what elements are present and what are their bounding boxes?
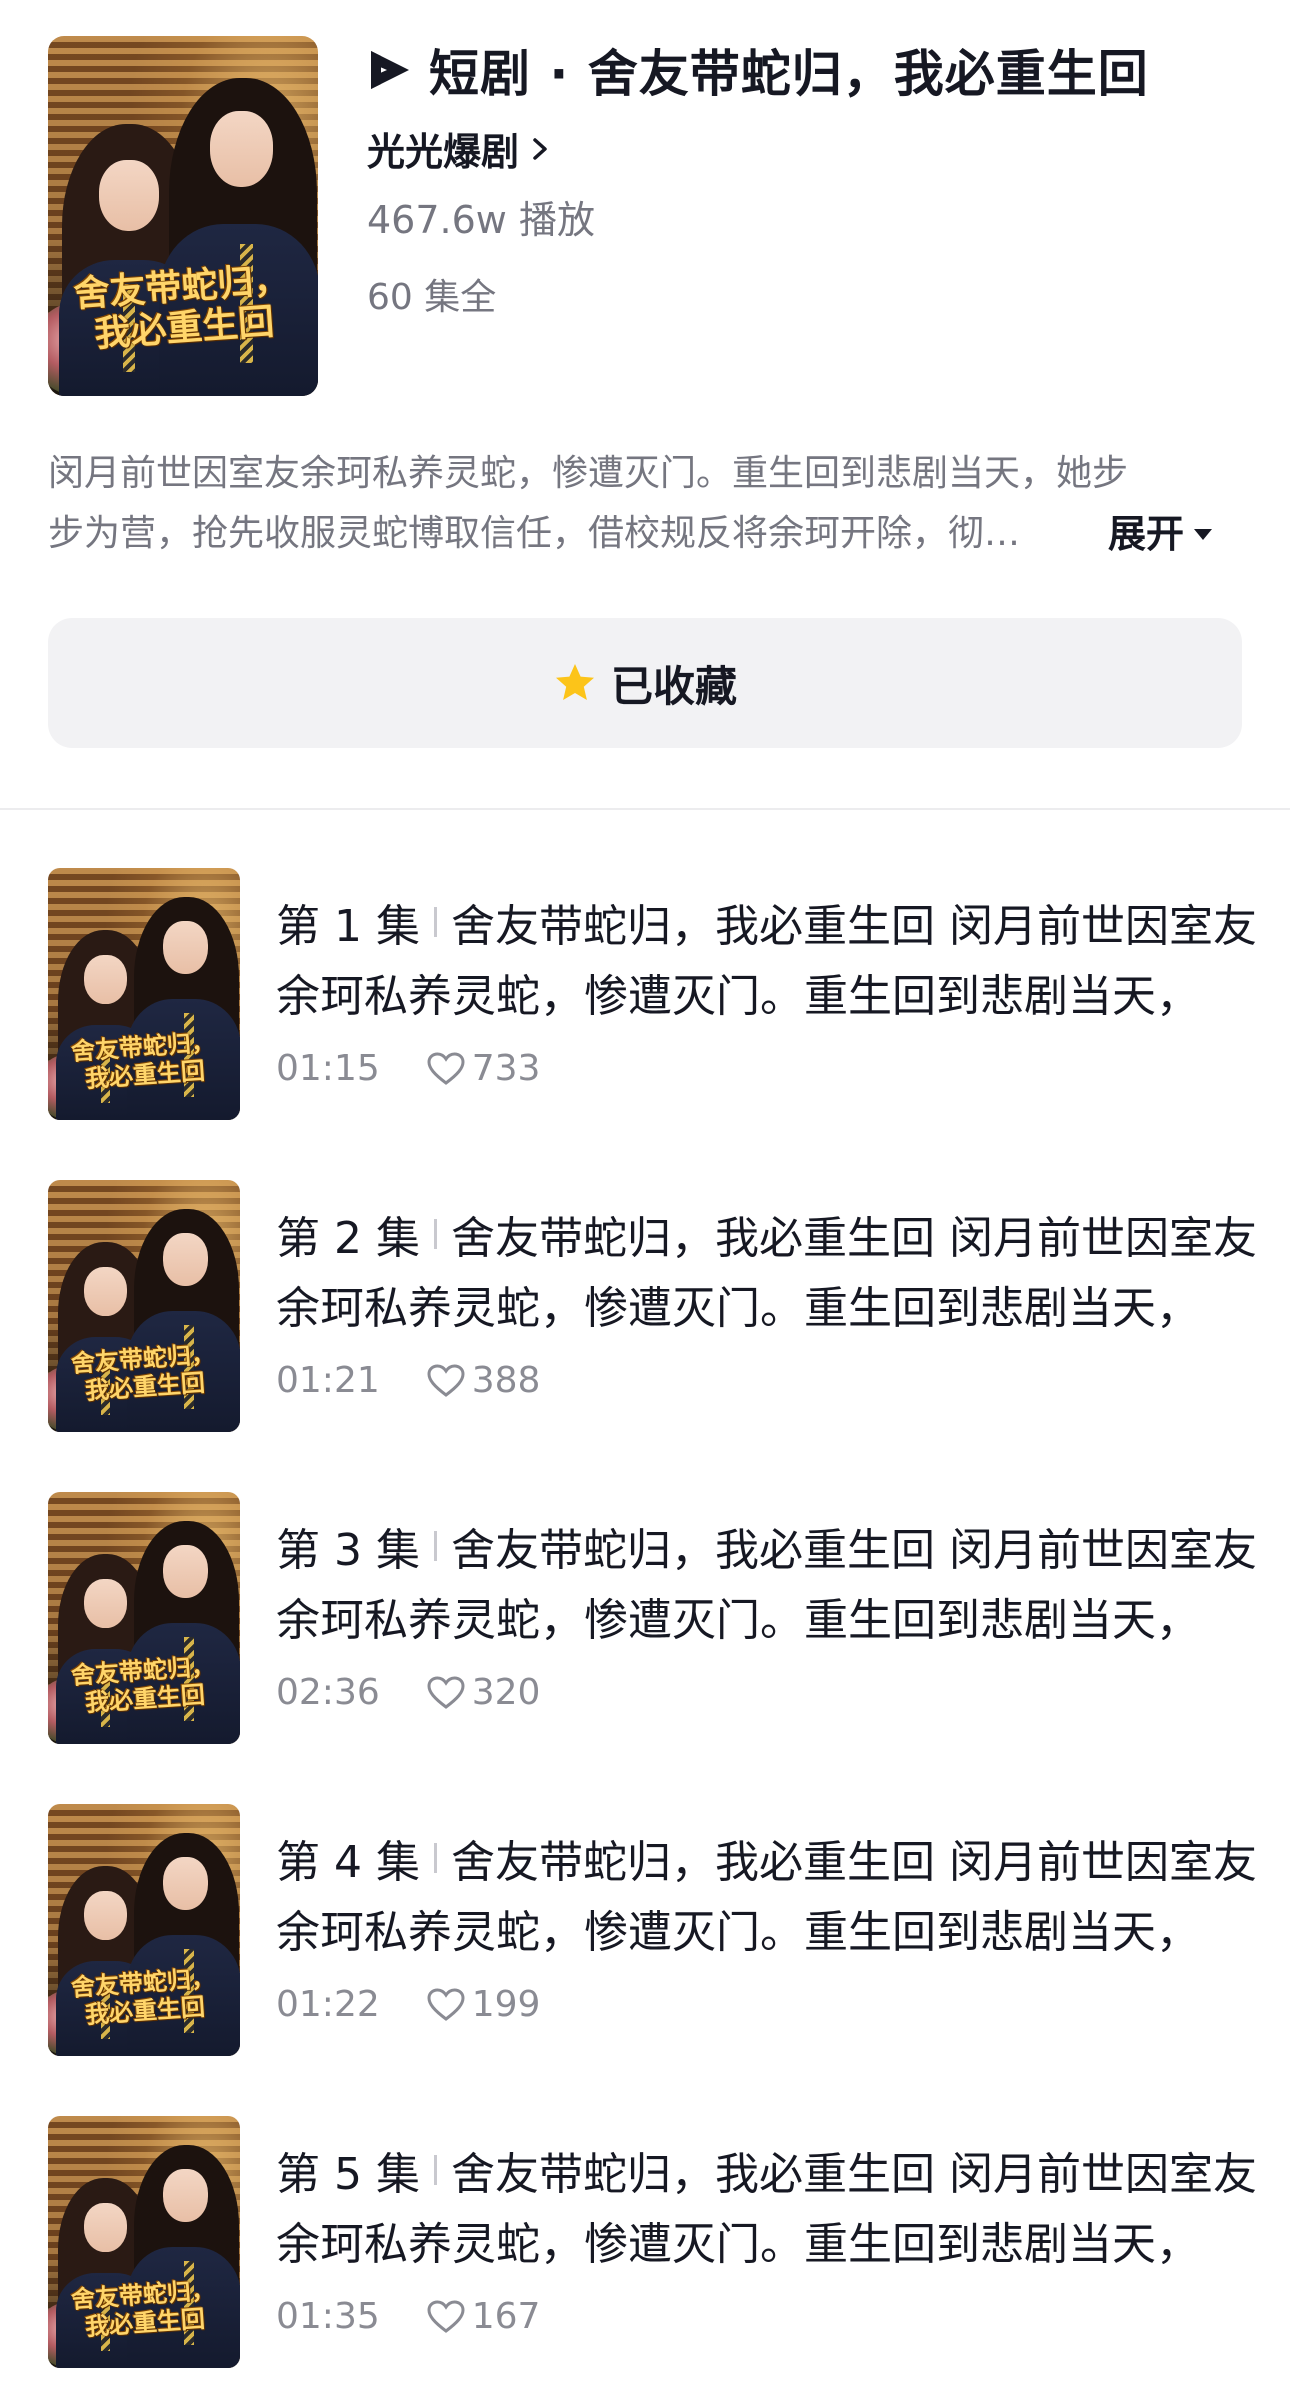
episode-thumbnail[interactable]: 舍友带蛇归， 我必重生回 [48, 1492, 240, 1744]
separator [433, 1531, 437, 1561]
heart-icon [427, 1675, 465, 1709]
episode-description: 余珂私养灵蛇，惨遭灭门。重生回到悲剧当天， [276, 971, 1200, 1022]
episode-number: 第 1 集 [276, 901, 420, 952]
expand-label: 展开 [1108, 512, 1185, 556]
star-icon [555, 664, 594, 700]
episode-item[interactable]: 舍友带蛇归， 我必重生回 第 5 集 舍友带蛇归，我必重生回 闵月前世因室友 余珂… [0, 2116, 1290, 2385]
episode-description: 余珂私养灵蛇，惨遭灭门。重生回到悲剧当天， [276, 1595, 1200, 1646]
episode-item[interactable]: 舍友带蛇归， 我必重生回 第 2 集 舍友带蛇归，我必重生回 闵月前世因室友 余珂… [0, 1180, 1290, 1492]
episode-thumbnail[interactable]: 舍友带蛇归， 我必重生回 [48, 1180, 240, 1432]
episode-number: 第 2 集 [276, 1213, 420, 1264]
episode-thumbnail[interactable]: 舍友带蛇归， 我必重生回 [48, 2116, 240, 2368]
drama-title: 短剧 · 舍友带蛇归，我必重生回 [429, 45, 1149, 103]
episode-item[interactable]: 舍友带蛇归， 我必重生回 第 3 集 舍友带蛇归，我必重生回 闵月前世因室友 余珂… [0, 1492, 1290, 1804]
like-count: 167 [471, 2296, 541, 2337]
section-divider [0, 808, 1290, 810]
episode-description: 余珂私养灵蛇，惨遭灭门。重生回到悲剧当天， [276, 2219, 1200, 2270]
episode-number: 第 3 集 [276, 1525, 420, 1576]
episode-thumbnail[interactable]: 舍友带蛇归， 我必重生回 [48, 1804, 240, 2056]
episode-duration: 01:21 [276, 1360, 380, 1401]
episode-duration: 01:15 [276, 1048, 380, 1089]
episode-description: 余珂私养灵蛇，惨遭灭门。重生回到悲剧当天， [276, 1907, 1200, 1958]
like-count: 320 [471, 1672, 541, 1713]
separator [433, 1219, 437, 1249]
drama-detail-page: 舍友带蛇归， 我必重生回 短剧 · 舍友带蛇归，我必重生回 光光爆剧 467.6… [0, 0, 1290, 2385]
drama-cover-poster[interactable]: 舍友带蛇归， 我必重生回 [48, 36, 318, 396]
author-link[interactable]: 光光爆剧 [367, 121, 551, 176]
episode-total: 60 集全 [367, 277, 497, 318]
like-count: 733 [471, 1048, 541, 1089]
episode-title: 舍友带蛇归，我必重生回 闵月前世因室友 [450, 2149, 1257, 2200]
heart-icon [427, 1987, 465, 2021]
episode-item[interactable]: 舍友带蛇归， 我必重生回 第 4 集 舍友带蛇归，我必重生回 闵月前世因室友 余珂… [0, 1804, 1290, 2116]
favorite-button[interactable]: 已收藏 [48, 618, 1242, 748]
heart-icon [427, 2299, 465, 2333]
episode-title: 舍友带蛇归，我必重生回 闵月前世因室友 [450, 901, 1257, 952]
drama-title-row: 短剧 · 舍友带蛇归，我必重生回 [367, 34, 1149, 106]
play-logo-icon [371, 51, 409, 89]
like-count: 199 [471, 1984, 541, 2025]
episode-title: 舍友带蛇归，我必重生回 闵月前世因室友 [450, 1837, 1257, 1888]
episode-title: 舍友带蛇归，我必重生回 闵月前世因室友 [450, 1525, 1257, 1576]
expand-button[interactable]: 展开 [1108, 504, 1214, 564]
episode-duration: 02:36 [276, 1672, 380, 1713]
episode-duration: 01:35 [276, 2296, 380, 2337]
author-name: 光光爆剧 [367, 130, 520, 174]
caret-down-icon [1194, 529, 1213, 540]
episode-title: 舍友带蛇归，我必重生回 闵月前世因室友 [450, 1213, 1257, 1264]
episode-number: 第 4 集 [276, 1837, 420, 1888]
like-count: 388 [471, 1360, 541, 1401]
separator [433, 1843, 437, 1873]
episode-description: 余珂私养灵蛇，惨遭灭门。重生回到悲剧当天， [276, 1283, 1200, 1334]
episode-number: 第 5 集 [276, 2149, 420, 2200]
description-line-1: 闵月前世因室友余珂私养灵蛇，惨遭灭门。重生回到悲剧当天，她步 [48, 453, 1129, 494]
episode-item[interactable]: 舍友带蛇归， 我必重生回 第 1 集 舍友带蛇归，我必重生回 闵月前世因室友 余珂… [0, 868, 1290, 1180]
favorite-label: 已收藏 [610, 661, 737, 711]
heart-icon [427, 1363, 465, 1397]
description-line-2: 步为营，抢先收服灵蛇博取信任，借校规反将余珂开除，彻… [48, 513, 1021, 554]
episode-duration: 01:22 [276, 1984, 380, 2025]
separator [433, 907, 437, 937]
episode-thumbnail[interactable]: 舍友带蛇归， 我必重生回 [48, 868, 240, 1120]
drama-description: 闵月前世因室友余珂私养灵蛇，惨遭灭门。重生回到悲剧当天，她步 步为营，抢先收服灵… [48, 444, 1242, 564]
separator [433, 2155, 437, 2185]
episode-list: 舍友带蛇归， 我必重生回 第 1 集 舍友带蛇归，我必重生回 闵月前世因室友 余珂… [0, 868, 1290, 2385]
heart-icon [427, 1051, 465, 1085]
play-count: 467.6w 播放 [367, 198, 595, 242]
chevron-right-icon [533, 137, 547, 160]
